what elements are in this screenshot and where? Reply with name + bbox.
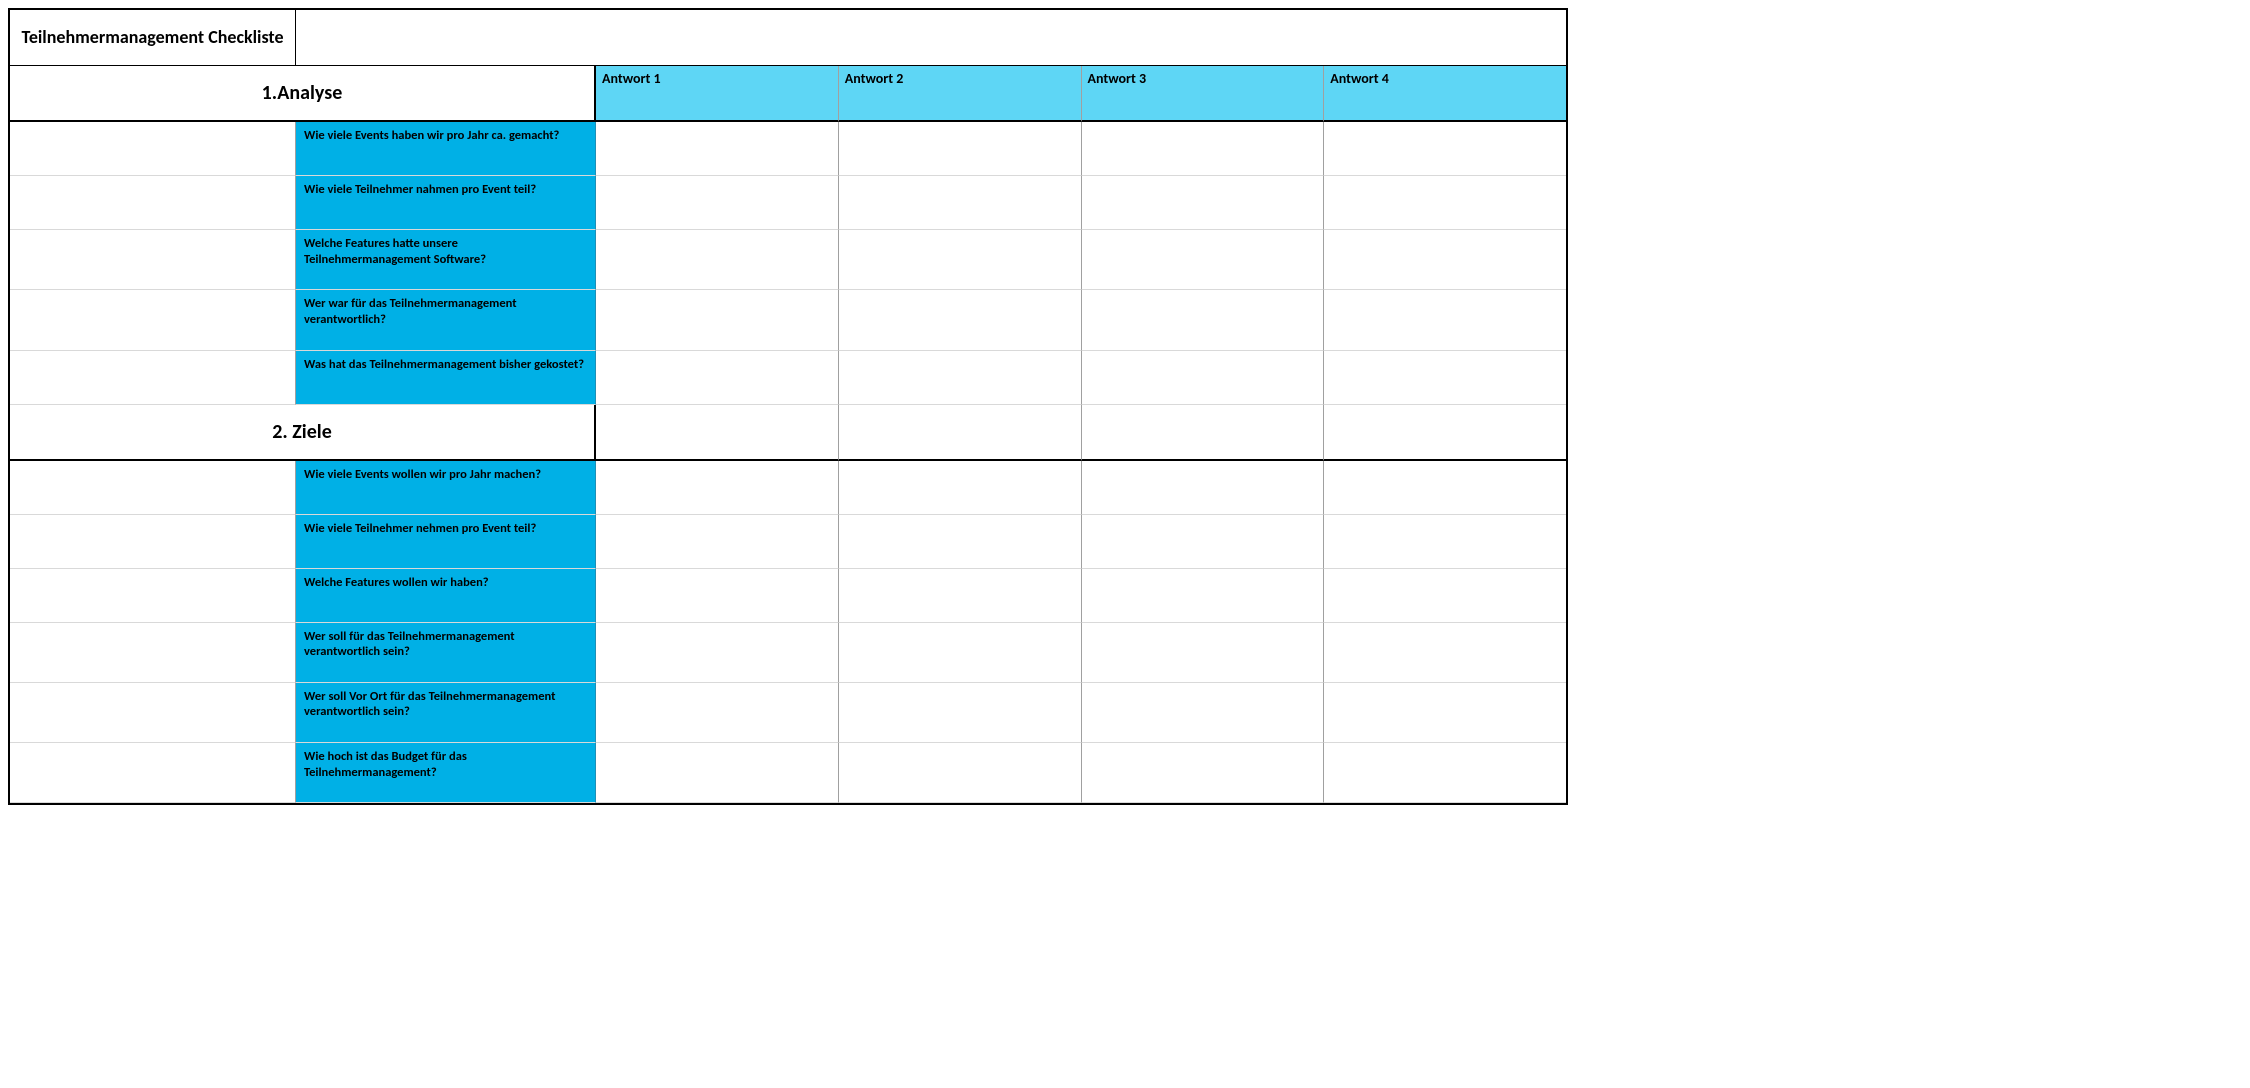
question-row: Welche Features wollen wir haben? [10, 569, 1566, 623]
question-row: Wie hoch ist das Budget für das Teilnehm… [10, 743, 1566, 803]
answer-cell[interactable] [839, 290, 1082, 350]
question-row: Wie viele Events haben wir pro Jahr ca. … [10, 122, 1566, 176]
question-row: Wie viele Teilnehmer nehmen pro Event te… [10, 515, 1566, 569]
answer-cell[interactable] [596, 683, 839, 743]
question-text: Wie hoch ist das Budget für das Teilnehm… [296, 743, 596, 803]
answer-cell[interactable] [1082, 290, 1325, 350]
question-row: Wer soll für das Teilnehmermanagement ve… [10, 623, 1566, 683]
question-row: Wer soll Vor Ort für das Teilnehmermanag… [10, 683, 1566, 743]
section-ziele-label: 2. Ziele [10, 405, 596, 461]
answer-cell[interactable] [596, 623, 839, 683]
answer-cell[interactable] [1324, 623, 1566, 683]
question-left-blank [10, 569, 296, 623]
answer-cell[interactable] [596, 351, 839, 405]
question-text: Welche Features hatte unsere Teilnehmerm… [296, 230, 596, 290]
answer-cell[interactable] [1324, 290, 1566, 350]
answer-cell[interactable] [1082, 176, 1325, 230]
answer-cell[interactable] [1324, 683, 1566, 743]
answer-cell[interactable] [839, 405, 1082, 461]
question-text: Wer war für das Teilnehmermanagement ver… [296, 290, 596, 350]
question-left-blank [10, 623, 296, 683]
answer-cell[interactable] [1082, 122, 1325, 176]
question-row: Wie viele Teilnehmer nahmen pro Event te… [10, 176, 1566, 230]
answer-cell[interactable] [1324, 230, 1566, 290]
question-left-blank [10, 351, 296, 405]
answer-cell[interactable] [596, 122, 839, 176]
question-left-blank [10, 176, 296, 230]
answer-cell[interactable] [839, 230, 1082, 290]
question-text: Was hat das Teilnehmermanagement bisher … [296, 351, 596, 405]
answer-cell[interactable] [596, 230, 839, 290]
question-text: Wer soll für das Teilnehmermanagement ve… [296, 623, 596, 683]
question-row: Wie viele Events wollen wir pro Jahr mac… [10, 461, 1566, 515]
answer-cell[interactable] [1082, 743, 1325, 803]
answer-cell[interactable] [1082, 351, 1325, 405]
answer-cell[interactable] [1082, 683, 1325, 743]
answer-header-3: Antwort 3 [1082, 66, 1325, 122]
section-header-row: 2. Ziele [10, 405, 1566, 461]
answer-cell[interactable] [1082, 230, 1325, 290]
answer-cell[interactable] [1082, 623, 1325, 683]
question-left-blank [10, 230, 296, 290]
answer-cell[interactable] [839, 683, 1082, 743]
answer-cell[interactable] [1082, 461, 1325, 515]
answer-cell[interactable] [1324, 351, 1566, 405]
section-analyse-label: 1.Analyse [10, 66, 596, 122]
checklist-sheet: Teilnehmermanagement Checkliste 1.Analys… [8, 8, 1568, 805]
question-text: Wie viele Events haben wir pro Jahr ca. … [296, 122, 596, 176]
question-left-blank [10, 461, 296, 515]
question-left-blank [10, 743, 296, 803]
answer-cell[interactable] [596, 515, 839, 569]
title-row: Teilnehmermanagement Checkliste [10, 10, 1566, 66]
question-left-blank [10, 290, 296, 350]
question-left-blank [10, 122, 296, 176]
answer-cell[interactable] [1324, 122, 1566, 176]
answer-cell[interactable] [1082, 515, 1325, 569]
answer-cell[interactable] [596, 743, 839, 803]
answer-cell[interactable] [1324, 515, 1566, 569]
question-left-blank [10, 683, 296, 743]
answer-cell[interactable] [1082, 569, 1325, 623]
answer-cell[interactable] [839, 569, 1082, 623]
answer-cell[interactable] [1324, 405, 1566, 461]
answer-cell[interactable] [596, 290, 839, 350]
answer-cell[interactable] [1324, 176, 1566, 230]
answer-header-4: Antwort 4 [1324, 66, 1566, 122]
question-text: Welche Features wollen wir haben? [296, 569, 596, 623]
question-left-blank [10, 515, 296, 569]
answer-cell[interactable] [839, 351, 1082, 405]
answer-cell[interactable] [839, 122, 1082, 176]
question-row: Was hat das Teilnehmermanagement bisher … [10, 351, 1566, 405]
section-header-row: 1.Analyse Antwort 1 Antwort 2 Antwort 3 … [10, 66, 1566, 122]
answer-cell[interactable] [1324, 569, 1566, 623]
question-text: Wie viele Events wollen wir pro Jahr mac… [296, 461, 596, 515]
answer-cell[interactable] [1324, 743, 1566, 803]
question-row: Wer war für das Teilnehmermanagement ver… [10, 290, 1566, 350]
answer-cell[interactable] [1324, 461, 1566, 515]
answer-cell[interactable] [839, 743, 1082, 803]
question-text: Wie viele Teilnehmer nahmen pro Event te… [296, 176, 596, 230]
answer-cell[interactable] [596, 405, 839, 461]
answer-cell[interactable] [596, 461, 839, 515]
answer-cell[interactable] [839, 515, 1082, 569]
answer-cell[interactable] [839, 176, 1082, 230]
question-text: Wie viele Teilnehmer nehmen pro Event te… [296, 515, 596, 569]
title-blank [296, 10, 1566, 66]
answer-cell[interactable] [596, 569, 839, 623]
answer-cell[interactable] [839, 623, 1082, 683]
answer-cell[interactable] [596, 176, 839, 230]
question-row: Welche Features hatte unsere Teilnehmerm… [10, 230, 1566, 290]
document-title: Teilnehmermanagement Checkliste [10, 10, 296, 66]
answer-header-2: Antwort 2 [839, 66, 1082, 122]
question-text: Wer soll Vor Ort für das Teilnehmermanag… [296, 683, 596, 743]
answer-cell[interactable] [1082, 405, 1325, 461]
answer-header-1: Antwort 1 [596, 66, 839, 122]
answer-cell[interactable] [839, 461, 1082, 515]
